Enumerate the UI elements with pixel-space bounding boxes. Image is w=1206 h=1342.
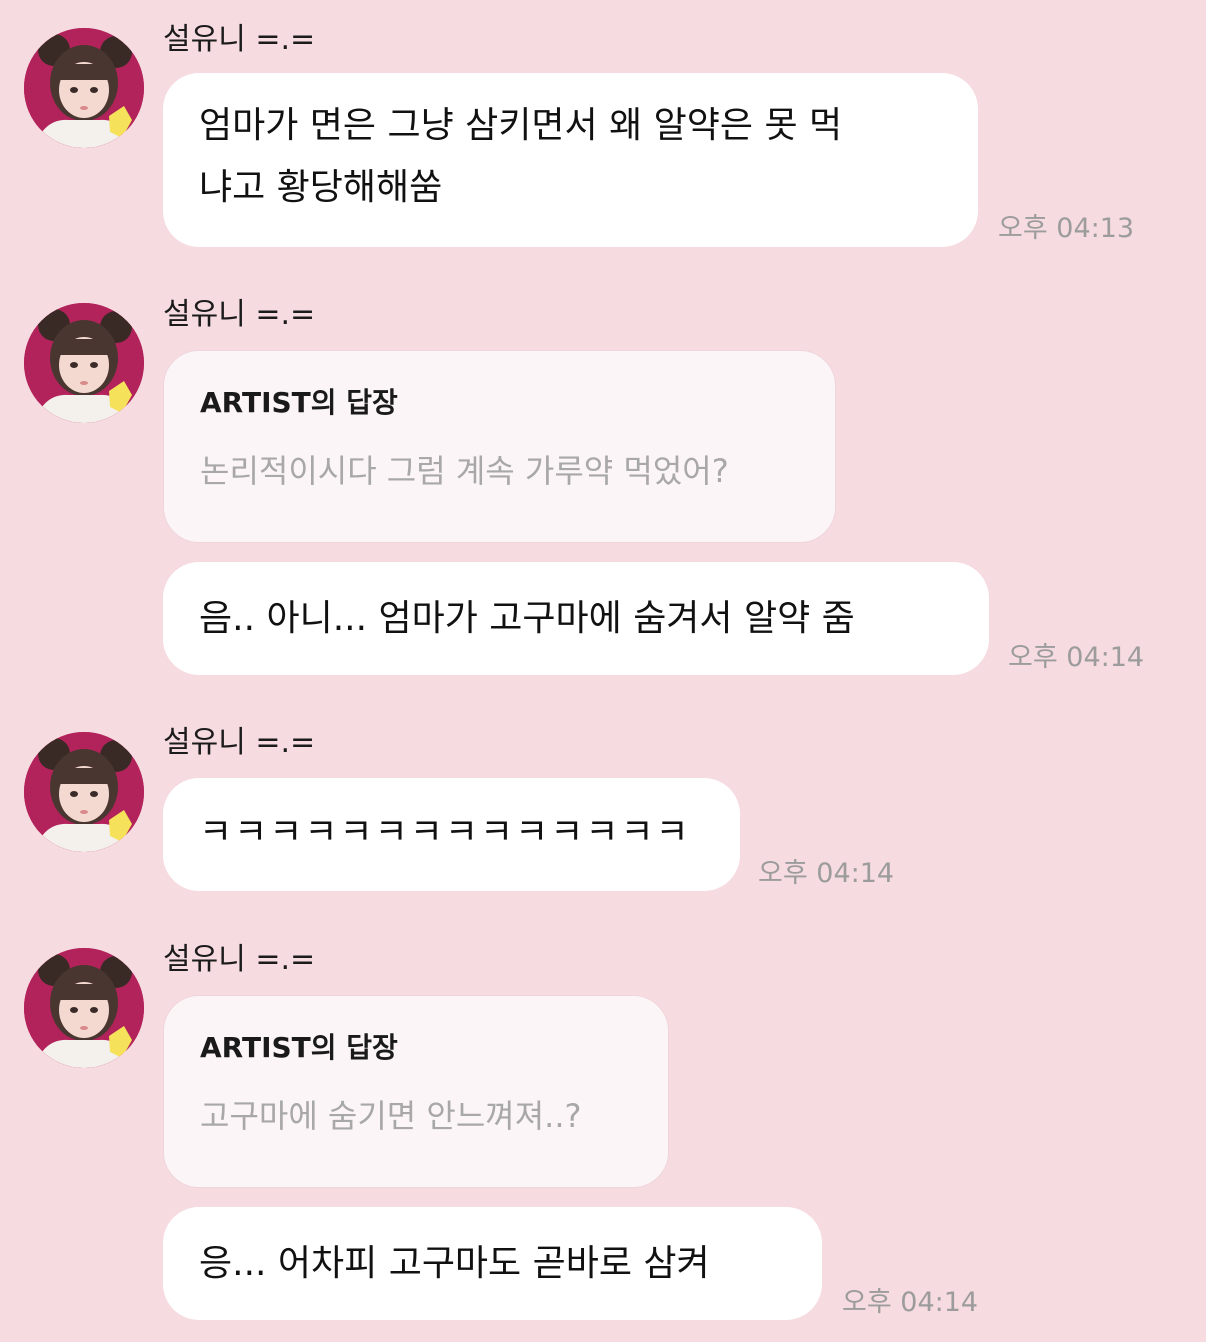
- reply-quote: 논리적이시다 그럼 계속 가루약 먹었어?: [200, 452, 729, 490]
- message-timestamp: 오후 04:14: [842, 1287, 979, 1318]
- message-timestamp: 오후 04:13: [998, 213, 1135, 244]
- message-line: 냐고 황당해해쑴: [199, 167, 443, 208]
- message-line: 음.. 아니... 엄마가 고구마에 숨겨서 알약 줌: [199, 598, 855, 639]
- sender-name: 설유니 =.=: [163, 297, 316, 332]
- message-timestamp: 오후 04:14: [758, 858, 895, 889]
- sender-name: 설유니 =.=: [163, 22, 316, 57]
- avatar[interactable]: [24, 303, 144, 423]
- message-bubble[interactable]: 응... 어차피 고구마도 곧바로 삼켜: [163, 1207, 822, 1320]
- sender-name: 설유니 =.=: [163, 942, 316, 977]
- reply-title: ARTIST의 답장: [200, 1031, 398, 1064]
- message-bubble[interactable]: 엄마가 면은 그냥 삼키면서 왜 알약은 못 먹 냐고 황당해해쑴: [163, 73, 978, 247]
- message-timestamp: 오후 04:14: [1008, 642, 1145, 673]
- message-line: 응... 어차피 고구마도 곧바로 삼켜: [199, 1243, 710, 1284]
- reply-bubble[interactable]: ARTIST의 답장 고구마에 숨기면 안느껴져..?: [163, 995, 669, 1188]
- message-bubble[interactable]: ㅋㅋㅋㅋㅋㅋㅋㅋㅋㅋㅋㅋㅋㅋ: [163, 778, 740, 891]
- reply-title: ARTIST의 답장: [200, 386, 398, 419]
- sender-name: 설유니 =.=: [163, 725, 316, 760]
- avatar[interactable]: [24, 28, 144, 148]
- message-bubble[interactable]: 음.. 아니... 엄마가 고구마에 숨겨서 알약 줌: [163, 562, 989, 675]
- reply-quote: 고구마에 숨기면 안느껴져..?: [200, 1097, 582, 1135]
- message-line: ㅋㅋㅋㅋㅋㅋㅋㅋㅋㅋㅋㅋㅋㅋ: [199, 812, 691, 853]
- avatar[interactable]: [24, 948, 144, 1068]
- reply-bubble[interactable]: ARTIST의 답장 논리적이시다 그럼 계속 가루약 먹었어?: [163, 350, 836, 543]
- avatar[interactable]: [24, 732, 144, 852]
- message-line: 엄마가 면은 그냥 삼키면서 왜 알약은 못 먹: [199, 105, 843, 146]
